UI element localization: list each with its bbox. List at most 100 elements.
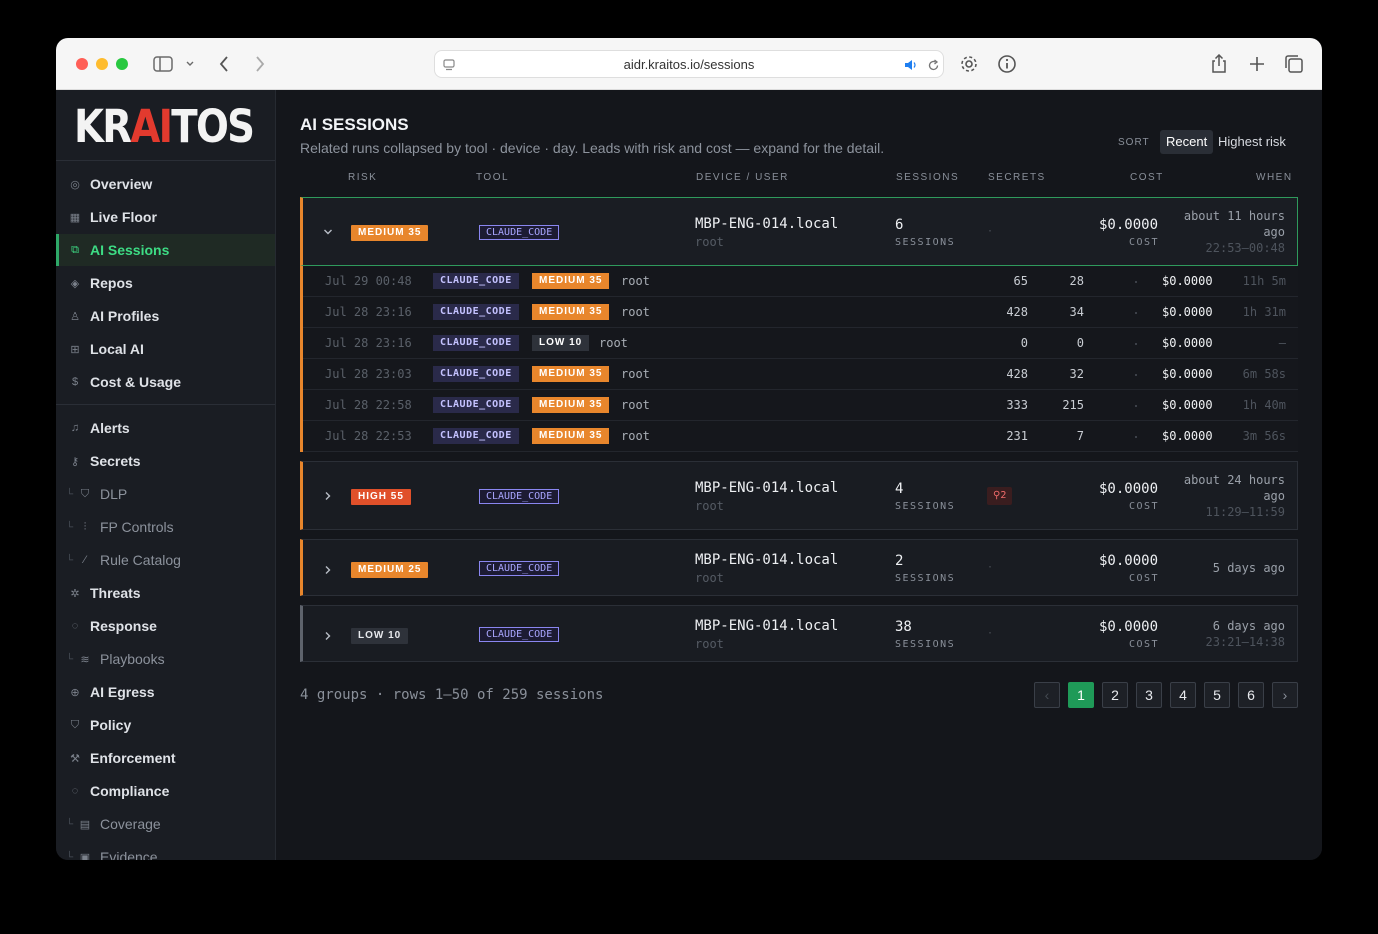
forward-icon[interactable] (252, 52, 268, 76)
session-count: 2 (895, 553, 904, 569)
sidebar-divider (56, 160, 275, 161)
session-group[interactable]: HIGH 55 CLAUDE_CODE MBP-ENG-014.local ro… (300, 461, 1298, 530)
sidebar-item-cost-usage[interactable]: $ Cost & Usage (56, 366, 275, 398)
chevron-right-icon[interactable] (323, 562, 333, 580)
repo-icon: ◈ (70, 277, 80, 290)
sidebar-item-ai-sessions[interactable]: ⧉ AI Sessions (56, 234, 275, 266)
session-row[interactable]: Jul 29 00:48 CLAUDE_CODE MEDIUM 35 root … (303, 266, 1298, 297)
session-group[interactable]: MEDIUM 25 CLAUDE_CODE MBP-ENG-014.local … (300, 539, 1298, 596)
new-tab-icon[interactable] (1246, 52, 1268, 76)
chevron-right-icon[interactable] (323, 488, 333, 506)
sidebar-item-ai-profiles[interactable]: ♙ AI Profiles (56, 300, 275, 332)
key-icon: ⚷ (70, 455, 80, 468)
bug-icon: ✲ (70, 587, 80, 600)
column-header-cost[interactable]: COST (1130, 172, 1164, 183)
zoom-window-button[interactable] (116, 58, 128, 70)
pagination-page-2[interactable]: 2 (1102, 682, 1128, 708)
sessions-label: SESSIONS (895, 237, 956, 248)
risk-badge: LOW 10 (351, 628, 409, 644)
sort-label: SORT (1118, 137, 1150, 148)
sidebar-item-overview[interactable]: ◎ Overview (56, 168, 275, 200)
close-window-button[interactable] (76, 58, 88, 70)
column-header-risk[interactable]: RISK (348, 172, 377, 183)
tool-tag: CLAUDE_CODE (479, 561, 560, 576)
clipboard-icon: ▤ (79, 818, 91, 831)
sidebar-divider (56, 404, 275, 405)
session-row[interactable]: Jul 28 22:58 CLAUDE_CODE MEDIUM 35 root … (303, 390, 1298, 421)
sidebar-item-threats[interactable]: ✲ Threats (56, 577, 275, 609)
session-row[interactable]: Jul 28 23:03 CLAUDE_CODE MEDIUM 35 root … (303, 359, 1298, 390)
sidebar-item-fp-controls[interactable]: └ ⫶ FP Controls (56, 511, 275, 543)
sidebar-item-secrets[interactable]: ⚷ Secrets (56, 445, 275, 477)
back-icon[interactable] (216, 52, 232, 76)
sidebar-item-repos[interactable]: ◈ Repos (56, 267, 275, 299)
page-title: AI SESSIONS (300, 115, 409, 134)
policy-icon: ⛉ (70, 718, 80, 731)
pagination-page-5[interactable]: 5 (1204, 682, 1230, 708)
pagination-page-1[interactable]: 1 (1068, 682, 1094, 708)
tab-overview-icon[interactable] (1283, 52, 1305, 76)
sort-highest-risk-button[interactable]: Highest risk (1212, 130, 1292, 154)
info-icon[interactable] (996, 52, 1018, 76)
sidebar-item-live-floor[interactable]: ▦ Live Floor (56, 201, 275, 233)
url-text[interactable]: aidr.kraitos.io/sessions (435, 57, 943, 72)
column-header-tool[interactable]: TOOL (476, 172, 509, 183)
column-header-sessions[interactable]: SESSIONS (896, 172, 959, 183)
gavel-icon: ⚒ (70, 752, 80, 765)
reload-icon[interactable] (925, 53, 941, 77)
shield-icon: ⛉ (80, 487, 90, 500)
session-row[interactable]: Jul 28 23:16 CLAUDE_CODE LOW 10 root 0 0… (303, 328, 1298, 359)
column-header-when[interactable]: WHEN (1256, 172, 1293, 183)
sidebar-toggle-icon[interactable] (152, 52, 174, 76)
secrets-empty: · (987, 628, 995, 639)
sidebar-item-rule-catalog[interactable]: └ ⁄ Rule Catalog (56, 544, 275, 576)
sidebar-item-local-ai[interactable]: ⊞ Local AI (56, 333, 275, 365)
when-relative: about 11 hours ago 22:53–00:48 (1183, 209, 1285, 255)
pagination-page-4[interactable]: 4 (1170, 682, 1196, 708)
sidebar-item-alerts[interactable]: ♫ Alerts (56, 412, 275, 444)
column-header-secrets[interactable]: SECRETS (988, 172, 1046, 183)
secrets-empty: · (987, 562, 995, 573)
sidebar-item-dlp[interactable]: └ ⛉ DLP (56, 478, 275, 510)
device-name: MBP-ENG-014.local (695, 480, 839, 496)
sidebar-item-playbooks[interactable]: └ ≋ Playbooks (56, 643, 275, 675)
pagination-page-3[interactable]: 3 (1136, 682, 1162, 708)
sort-recent-button[interactable]: Recent (1160, 130, 1214, 154)
session-group[interactable]: MEDIUM 35 CLAUDE_CODE MBP-ENG-014.local … (300, 197, 1298, 266)
column-header-device-user[interactable]: DEVICE / USER (696, 172, 789, 183)
sessions-label: SESSIONS (895, 573, 956, 584)
pagination-prev-button[interactable]: ‹ (1034, 682, 1060, 708)
session-count: 6 (895, 217, 904, 233)
response-icon: ◌ (71, 620, 79, 632)
profile-icon: ♙ (70, 310, 80, 323)
chevron-down-icon[interactable] (323, 224, 333, 242)
session-row[interactable]: Jul 28 23:16 CLAUDE_CODE MEDIUM 35 root … (303, 297, 1298, 328)
sidebar-item-compliance[interactable]: ◌ Compliance (56, 775, 275, 807)
secrets-badge[interactable]: ⚲2 (987, 487, 1013, 505)
playbook-icon: ≋ (80, 653, 90, 666)
session-row[interactable]: Jul 28 22:53 CLAUDE_CODE MEDIUM 35 root … (303, 421, 1298, 452)
pagination-page-6[interactable]: 6 (1238, 682, 1264, 708)
globe-icon: ⊕ (70, 686, 80, 699)
gear-icon[interactable] (958, 52, 980, 76)
address-bar[interactable]: aidr.kraitos.io/sessions (434, 50, 944, 78)
risk-badge: HIGH 55 (351, 489, 411, 505)
cost-label: COST (1129, 237, 1160, 248)
sidebar-item-policy[interactable]: ⛉ Policy (56, 709, 275, 741)
sidebar-item-evidence[interactable]: └ ▣ Evidence (56, 841, 275, 860)
sidebar-item-ai-egress[interactable]: ⊕ AI Egress (56, 676, 275, 708)
user-name: root (695, 571, 724, 585)
minimize-window-button[interactable] (96, 58, 108, 70)
share-icon[interactable] (1208, 52, 1230, 76)
cost-value: $0.0000 (1099, 619, 1159, 635)
sidebar-item-response[interactable]: ◌ Response (56, 610, 275, 642)
audio-icon[interactable] (903, 53, 919, 77)
chevron-right-icon[interactable] (323, 628, 333, 646)
session-group[interactable]: LOW 10 CLAUDE_CODE MBP-ENG-014.local roo… (300, 605, 1298, 662)
grid-icon: ▦ (69, 211, 81, 224)
sidebar-item-enforcement[interactable]: ⚒ Enforcement (56, 742, 275, 774)
kraitos-logo[interactable]: KRAITOS (74, 100, 255, 153)
pagination-next-button[interactable]: › (1272, 682, 1298, 708)
chevron-down-icon[interactable] (184, 52, 196, 76)
sidebar-item-coverage[interactable]: └ ▤ Coverage (56, 808, 275, 840)
